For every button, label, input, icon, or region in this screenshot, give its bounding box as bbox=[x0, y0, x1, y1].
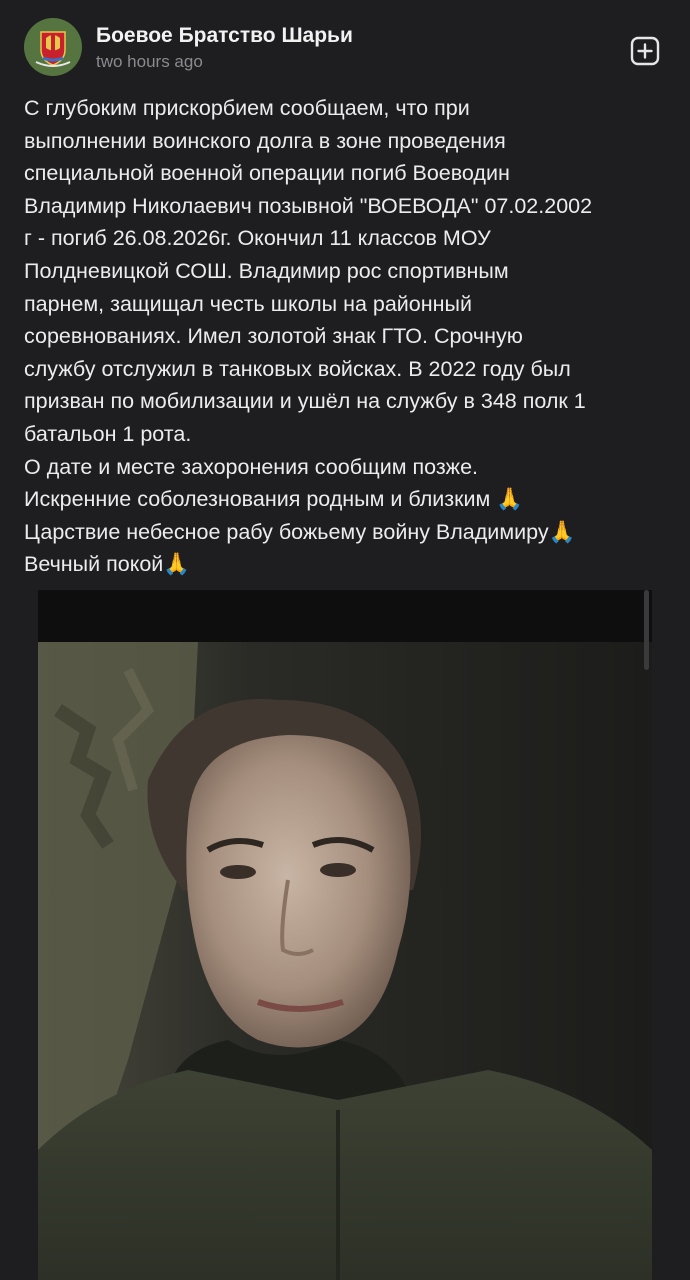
post-text-line: призван по мобилизации и ушёл на службу … bbox=[24, 389, 586, 414]
avatar[interactable] bbox=[24, 18, 82, 76]
post-text-line: Полдневицкой СОШ. Владимир рос спортивны… bbox=[24, 258, 509, 283]
post-text-line: соревнованиях. Имел золотой знак ГТО. Ср… bbox=[24, 324, 523, 349]
post-text-line: г - погиб 26.08.2026г. Окончил 11 классо… bbox=[24, 226, 491, 251]
post-text-line: выполнении воинского долга в зоне провед… bbox=[24, 128, 506, 153]
coat-of-arms-icon bbox=[24, 18, 82, 76]
plus-square-icon bbox=[630, 36, 660, 66]
post-photo[interactable] bbox=[38, 590, 652, 1280]
portrait-image bbox=[38, 590, 652, 1280]
post-text-line: службу отслужил в танковых войсках. В 20… bbox=[24, 356, 571, 381]
post-text-line: парнем, защищал честь школы на районный bbox=[24, 291, 472, 316]
post-text-line: специальной военной операции погиб Воево… bbox=[24, 161, 510, 186]
post-text: С глубоким прискорбием сообщаем, что при… bbox=[24, 92, 666, 581]
post-text-line: Владимир Николаевич позывной "ВОЕВОДА" 0… bbox=[24, 193, 593, 218]
post-text-line: Царствие небесное рабу божьему войну Вла… bbox=[24, 519, 576, 544]
post-header: Боевое Братство Шарьи two hours ago bbox=[24, 18, 666, 82]
post-text-line: Вечный покой🙏 bbox=[24, 552, 191, 577]
post-text-line: О дате и месте захоронения сообщим позже… bbox=[24, 454, 478, 479]
add-button[interactable] bbox=[630, 36, 660, 66]
scrollbar[interactable] bbox=[644, 590, 649, 670]
page-name[interactable]: Боевое Братство Шарьи bbox=[96, 24, 353, 48]
post-timestamp: two hours ago bbox=[96, 52, 203, 71]
post-text-line: С глубоким прискорбием сообщаем, что при bbox=[24, 96, 470, 120]
post-text-line: батальон 1 рота. bbox=[24, 421, 192, 446]
post-text-line: Искренние соболезнования родным и близки… bbox=[24, 487, 524, 512]
